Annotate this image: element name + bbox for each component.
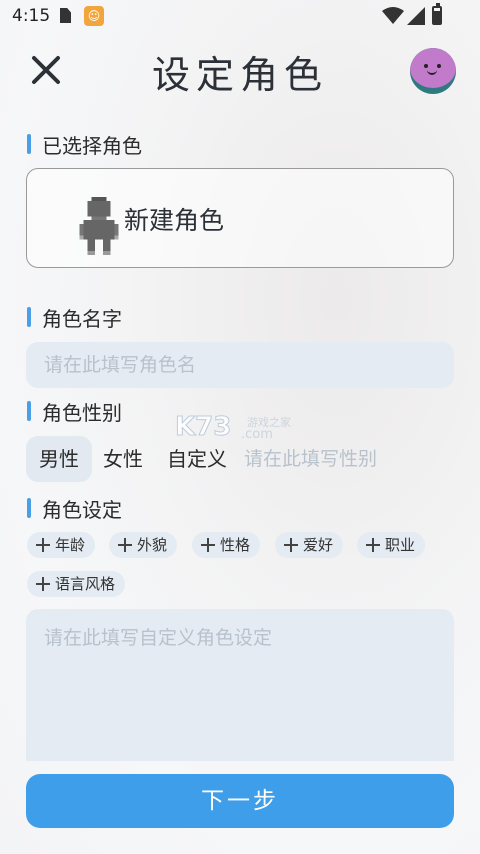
section-character-settings: 角色设定 <box>27 494 122 523</box>
character-name-input[interactable] <box>26 342 454 388</box>
character-name: 新建角色 <box>124 206 225 235</box>
status-time: 4:15 <box>12 6 51 26</box>
page-title: 设定角色 <box>151 53 328 97</box>
plus-icon <box>36 577 50 591</box>
section-accent-bar <box>27 498 31 518</box>
sim-card-icon <box>60 8 71 23</box>
watermark-brand: K73 <box>174 412 232 443</box>
custom-setting-textarea[interactable] <box>26 609 454 761</box>
tag-label: 爱好 <box>303 536 334 554</box>
signal-icon <box>407 7 425 25</box>
tag-age[interactable]: 年龄 <box>27 532 96 558</box>
section-character-name: 角色名字 <box>27 303 122 332</box>
section-label: 角色性别 <box>42 401 122 425</box>
app-notification-icon: ☺ <box>84 6 104 26</box>
avatar-smile-icon <box>427 70 437 75</box>
status-bar: 4:15 ☺ <box>0 0 480 32</box>
custom-gender-input[interactable] <box>244 436 454 482</box>
watermark-domain: .com <box>241 427 273 442</box>
plus-icon <box>366 538 380 552</box>
tag-hobby[interactable]: 爱好 <box>275 532 344 558</box>
pixel-character-icon <box>79 197 119 255</box>
avatar[interactable] <box>410 48 456 94</box>
tag-label: 职业 <box>385 536 416 554</box>
avatar-face <box>410 48 456 88</box>
tag-speech-style[interactable]: 语言风格 <box>27 571 126 597</box>
plus-icon <box>118 538 132 552</box>
wifi-icon <box>382 7 404 24</box>
tag-label: 语言风格 <box>55 575 116 593</box>
section-selected-character: 已选择角色 <box>27 130 142 159</box>
avatar-eye-icon <box>424 64 428 68</box>
gender-option-male[interactable]: 男性 <box>26 436 92 482</box>
section-label: 已选择角色 <box>42 134 142 158</box>
section-accent-bar <box>27 401 31 421</box>
section-label: 角色名字 <box>42 307 122 331</box>
plus-icon <box>201 538 215 552</box>
tag-occupation[interactable]: 职业 <box>357 532 426 558</box>
avatar-eye-icon <box>437 64 441 68</box>
gender-option-custom[interactable]: 自定义 <box>158 436 236 482</box>
character-card[interactable]: 新建角色 <box>26 168 454 268</box>
section-character-gender: 角色性别 <box>27 397 122 426</box>
watermark: K73 游戏之家 .com <box>174 412 310 443</box>
section-accent-bar <box>27 307 31 327</box>
tag-label: 年龄 <box>55 536 86 554</box>
tag-personality[interactable]: 性格 <box>192 532 261 558</box>
tag-appearance[interactable]: 外貌 <box>109 532 178 558</box>
battery-icon <box>432 3 442 25</box>
plus-icon <box>36 538 50 552</box>
next-step-button[interactable]: 下一步 <box>26 774 454 828</box>
plus-icon <box>284 538 298 552</box>
section-accent-bar <box>27 134 31 154</box>
section-label: 角色设定 <box>42 498 122 522</box>
tag-label: 外貌 <box>137 536 168 554</box>
gender-option-female[interactable]: 女性 <box>92 436 154 482</box>
tag-label: 性格 <box>220 536 251 554</box>
